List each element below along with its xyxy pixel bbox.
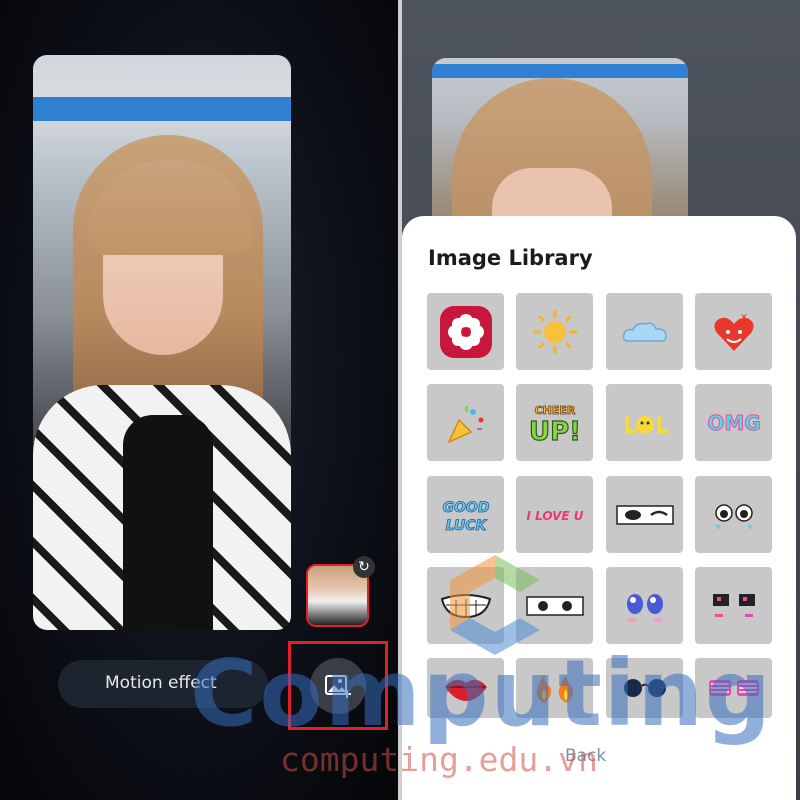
svg-text:L: L <box>655 414 669 439</box>
cute-eyes-icon <box>626 593 663 622</box>
omg-icon: OMG <box>706 410 760 435</box>
teary-eyes-icon <box>714 503 753 530</box>
sticker-sun[interactable] <box>516 293 593 370</box>
heart-icon <box>713 312 754 351</box>
watermark-brand: Computing <box>190 640 773 747</box>
sticker-pixel-eyes[interactable] <box>695 567 772 644</box>
party-popper-icon <box>446 405 483 444</box>
winking-eyes-icon <box>615 504 674 525</box>
sticker-cloud[interactable] <box>606 293 683 370</box>
svg-text:I LOVE U: I LOVE U <box>526 509 583 523</box>
sticker-i-love-u[interactable]: I LOVE U <box>516 476 593 553</box>
sticker-good-luck[interactable]: GOOD LUCK <box>427 476 504 553</box>
svg-text:OMG: OMG <box>707 411 760 435</box>
lol-icon: L L <box>623 414 669 439</box>
svg-text:L: L <box>623 414 637 439</box>
refresh-icon[interactable]: ↻ <box>353 556 375 578</box>
sticker-party-popper[interactable] <box>427 384 504 461</box>
watermark-url: computing.edu.vn <box>280 740 598 779</box>
sticker-omg[interactable]: OMG <box>695 384 772 461</box>
good-luck-icon: GOOD LUCK <box>442 499 490 534</box>
svg-text:LUCK: LUCK <box>445 518 487 534</box>
sticker-teary-eyes[interactable] <box>695 476 772 553</box>
svg-text:GOOD: GOOD <box>442 500 489 516</box>
wallpaper-preview-photo <box>33 55 291 630</box>
cloud-icon <box>622 321 667 342</box>
gallery-flower-icon <box>439 305 492 358</box>
sticker-heart-love[interactable] <box>695 293 772 370</box>
cheer-up-icon: CHEER UP! <box>528 403 581 447</box>
sticker-gallery-flower[interactable] <box>427 293 504 370</box>
svg-text:UP!: UP! <box>528 417 580 447</box>
svg-text:CHEER: CHEER <box>534 404 575 417</box>
sticker-cheer-up[interactable]: CHEER UP! <box>516 384 593 461</box>
i-love-u-icon: I LOVE U <box>526 509 583 523</box>
image-library-title: Image Library <box>428 246 593 270</box>
sticker-lol[interactable]: L L <box>606 384 683 461</box>
sticker-cute-eyes[interactable] <box>606 567 683 644</box>
pixel-eyes-icon <box>712 593 755 617</box>
sticker-winking-eyes[interactable] <box>606 476 683 553</box>
sun-icon <box>532 309 577 354</box>
